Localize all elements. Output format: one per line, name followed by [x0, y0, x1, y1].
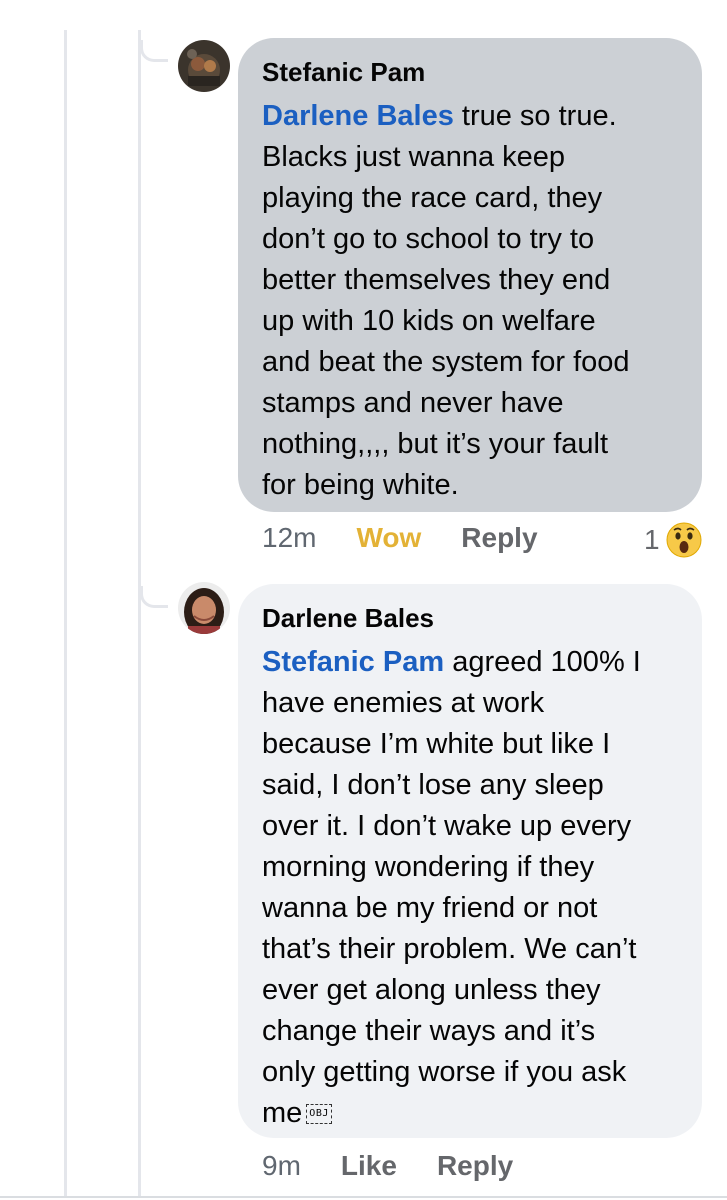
reaction-wow-button[interactable]: Wow — [356, 522, 421, 554]
divider — [0, 1196, 727, 1198]
avatar[interactable] — [178, 40, 230, 92]
reaction-count: 1 — [644, 524, 660, 555]
thread-line-inner — [138, 30, 141, 1196]
comment-body: true so true. Blacks just wanna keep pla… — [262, 100, 630, 501]
avatar[interactable] — [178, 582, 230, 634]
reply-button[interactable]: Reply — [437, 1150, 513, 1182]
timestamp[interactable]: 9m — [262, 1150, 301, 1182]
reply-button[interactable]: Reply — [461, 522, 537, 554]
comment-bubble: Darlene Bales Stefanic Pam agreed 100% I… — [238, 584, 702, 1138]
reply-connector — [140, 586, 168, 608]
reply-connector — [140, 40, 168, 62]
comment-bubble: Stefanic Pam Darlene Bales true so true.… — [238, 38, 702, 512]
comment-body: agreed 100% I have enemies at work becau… — [262, 646, 641, 1129]
mention-link[interactable]: Darlene Bales — [262, 100, 454, 132]
like-button[interactable]: Like — [341, 1150, 397, 1182]
comment-text: Darlene Bales true so true. Blacks just … — [262, 96, 680, 506]
thread-line-outer — [64, 30, 67, 1196]
reaction-summary[interactable]: 1 — [644, 522, 702, 558]
comment-actions: 9m Like Reply — [262, 1150, 553, 1182]
timestamp[interactable]: 12m — [262, 522, 316, 554]
object-placeholder-icon: OBJ — [306, 1104, 332, 1125]
wow-emoji-icon — [666, 522, 702, 558]
comment-author[interactable]: Stefanic Pam — [262, 56, 680, 88]
comment-author[interactable]: Darlene Bales — [262, 602, 680, 634]
comment-actions: 12m Wow Reply — [262, 522, 578, 554]
comment-text: Stefanic Pam agreed 100% I have enemies … — [262, 642, 680, 1134]
mention-link[interactable]: Stefanic Pam — [262, 646, 444, 678]
